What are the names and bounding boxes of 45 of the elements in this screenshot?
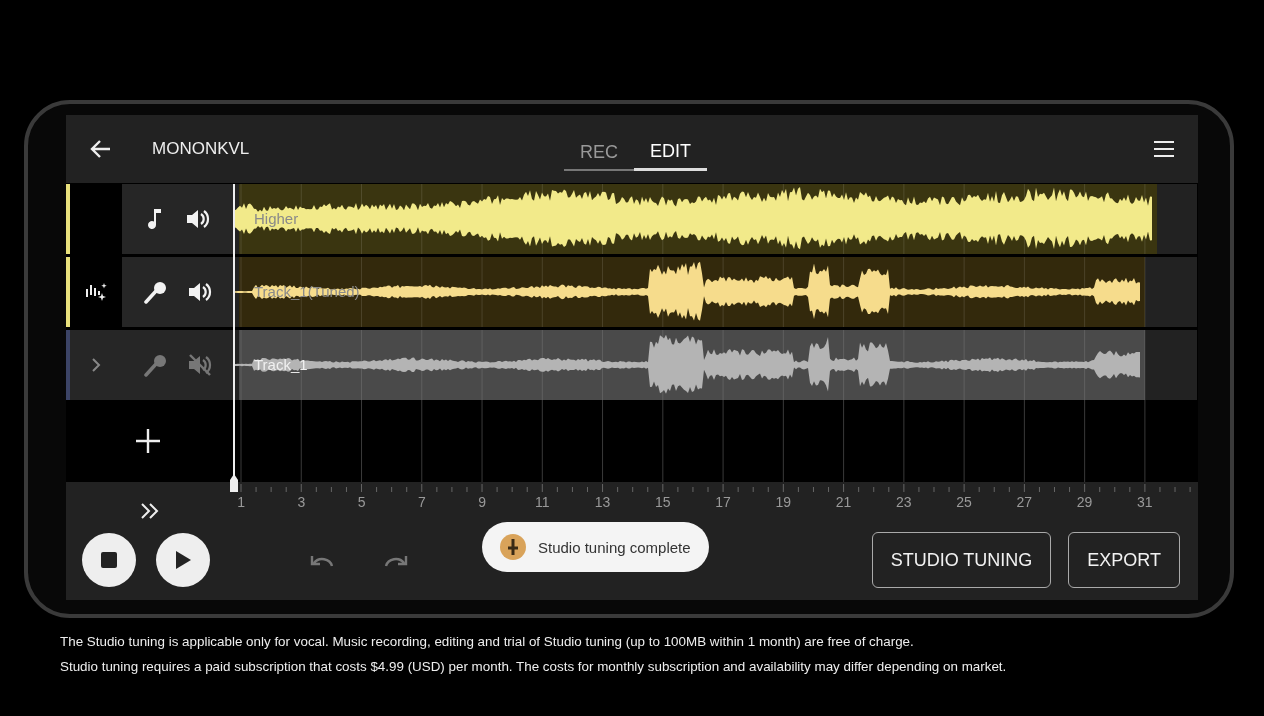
double-chevron-icon[interactable] bbox=[140, 502, 160, 520]
bar-number: 29 bbox=[1075, 494, 1094, 510]
bar-number: 19 bbox=[774, 494, 793, 510]
project-title: MONONKVL bbox=[152, 139, 250, 159]
stop-button[interactable] bbox=[82, 533, 136, 587]
bar-number: 11 bbox=[534, 494, 551, 510]
play-button[interactable] bbox=[156, 533, 210, 587]
waveform-lane[interactable] bbox=[234, 184, 1157, 254]
bar-number: 15 bbox=[654, 494, 672, 510]
menu-icon[interactable] bbox=[1154, 140, 1174, 158]
microphone-badge-icon bbox=[500, 534, 526, 560]
action-button[interactable]: EXPORT bbox=[1068, 532, 1180, 588]
bar-number: 3 bbox=[296, 494, 307, 510]
speaker-muted-icon[interactable] bbox=[188, 354, 212, 376]
track-name: Higher bbox=[254, 210, 299, 227]
bar-number: 25 bbox=[955, 494, 973, 510]
undo-icon[interactable] bbox=[310, 553, 334, 567]
play-icon bbox=[175, 551, 191, 569]
waveform-lane[interactable] bbox=[234, 257, 1146, 327]
bar-number: 7 bbox=[416, 494, 427, 510]
redo-icon[interactable] bbox=[384, 553, 408, 567]
bar-number: 1 bbox=[236, 494, 246, 510]
bar-number: 13 bbox=[593, 494, 612, 510]
track-name: Track_1 bbox=[254, 356, 308, 373]
mode-tab[interactable]: EDIT bbox=[634, 137, 708, 171]
stop-icon bbox=[101, 552, 117, 568]
disclaimer-text: The Studio tuning is applicable only for vocal. Music recording, editing and trial of Studio tuning (up to 100MB within 1 month) are free of charge. bbox=[60, 634, 915, 649]
bar-number: 27 bbox=[1015, 494, 1034, 510]
tuning-sparkle-icon[interactable] bbox=[84, 281, 108, 303]
bar-number: 21 bbox=[834, 494, 853, 510]
bar-number: 5 bbox=[356, 494, 367, 510]
action-button[interactable]: STUDIO TUNING bbox=[871, 532, 1052, 588]
add-track-icon[interactable] bbox=[136, 429, 160, 453]
chevron-icon[interactable] bbox=[91, 357, 101, 373]
bar-number: 9 bbox=[477, 494, 487, 510]
back-arrow-icon[interactable] bbox=[90, 139, 112, 159]
toast-text: Studio tuning complete bbox=[538, 538, 691, 556]
mode-tab[interactable]: REC bbox=[564, 137, 634, 171]
track-name: Track_1(Tuned) bbox=[254, 283, 360, 300]
speaker-icon[interactable] bbox=[186, 208, 210, 230]
bar-number: 31 bbox=[1136, 494, 1154, 510]
bar-number: 17 bbox=[714, 494, 732, 510]
bar-number: 23 bbox=[895, 494, 913, 510]
speaker-icon[interactable] bbox=[188, 281, 212, 303]
disclaimer-text: Studio tuning requires a paid subscription that costs $4.99 (USD) per month. The costs for monthly subscription and availability may differ depending on market. bbox=[60, 659, 1008, 674]
